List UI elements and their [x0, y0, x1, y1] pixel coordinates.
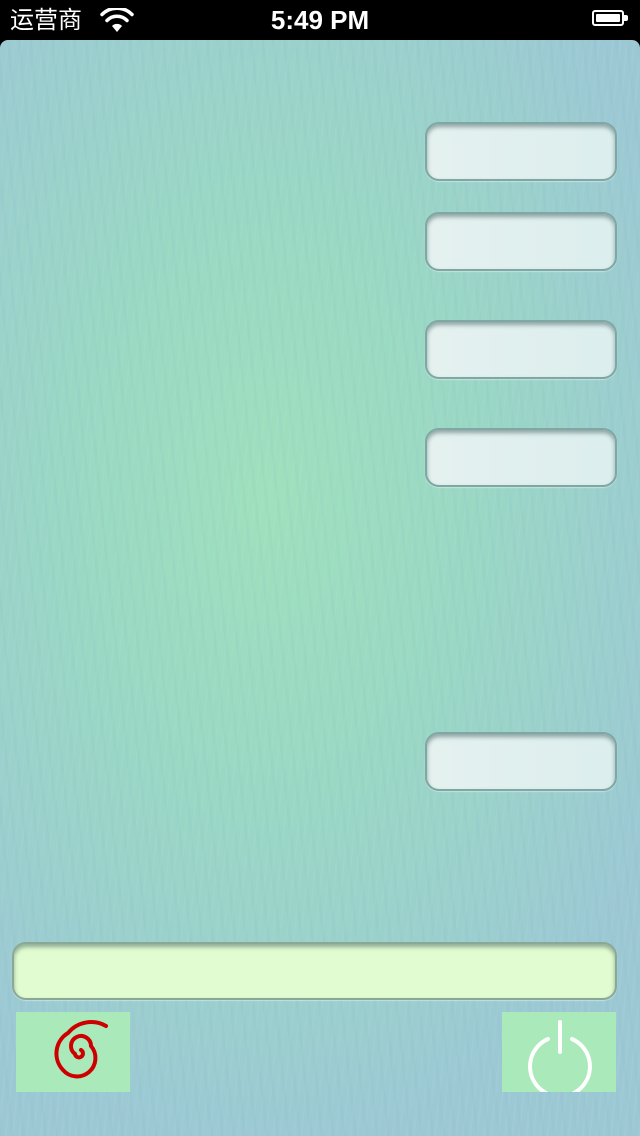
input-field-1[interactable]: [425, 122, 617, 181]
input-field-2[interactable]: [425, 212, 617, 271]
app-background: [0, 40, 640, 1136]
input-field-5[interactable]: [425, 732, 617, 791]
battery-icon: [592, 10, 630, 28]
power-button[interactable]: [502, 1012, 616, 1092]
status-time: 5:49 PM: [270, 5, 370, 35]
power-icon: [528, 1020, 592, 1092]
input-field-4[interactable]: [425, 428, 617, 487]
battery-level: [596, 14, 620, 22]
bottom-text-field[interactable]: [12, 942, 617, 1000]
spiral-icon: [54, 1020, 108, 1079]
status-bar: 运营商 5:49 PM: [0, 0, 640, 40]
spiral-button[interactable]: [16, 1012, 130, 1092]
spiral-path: [54, 1020, 108, 1079]
input-field-3[interactable]: [425, 320, 617, 379]
